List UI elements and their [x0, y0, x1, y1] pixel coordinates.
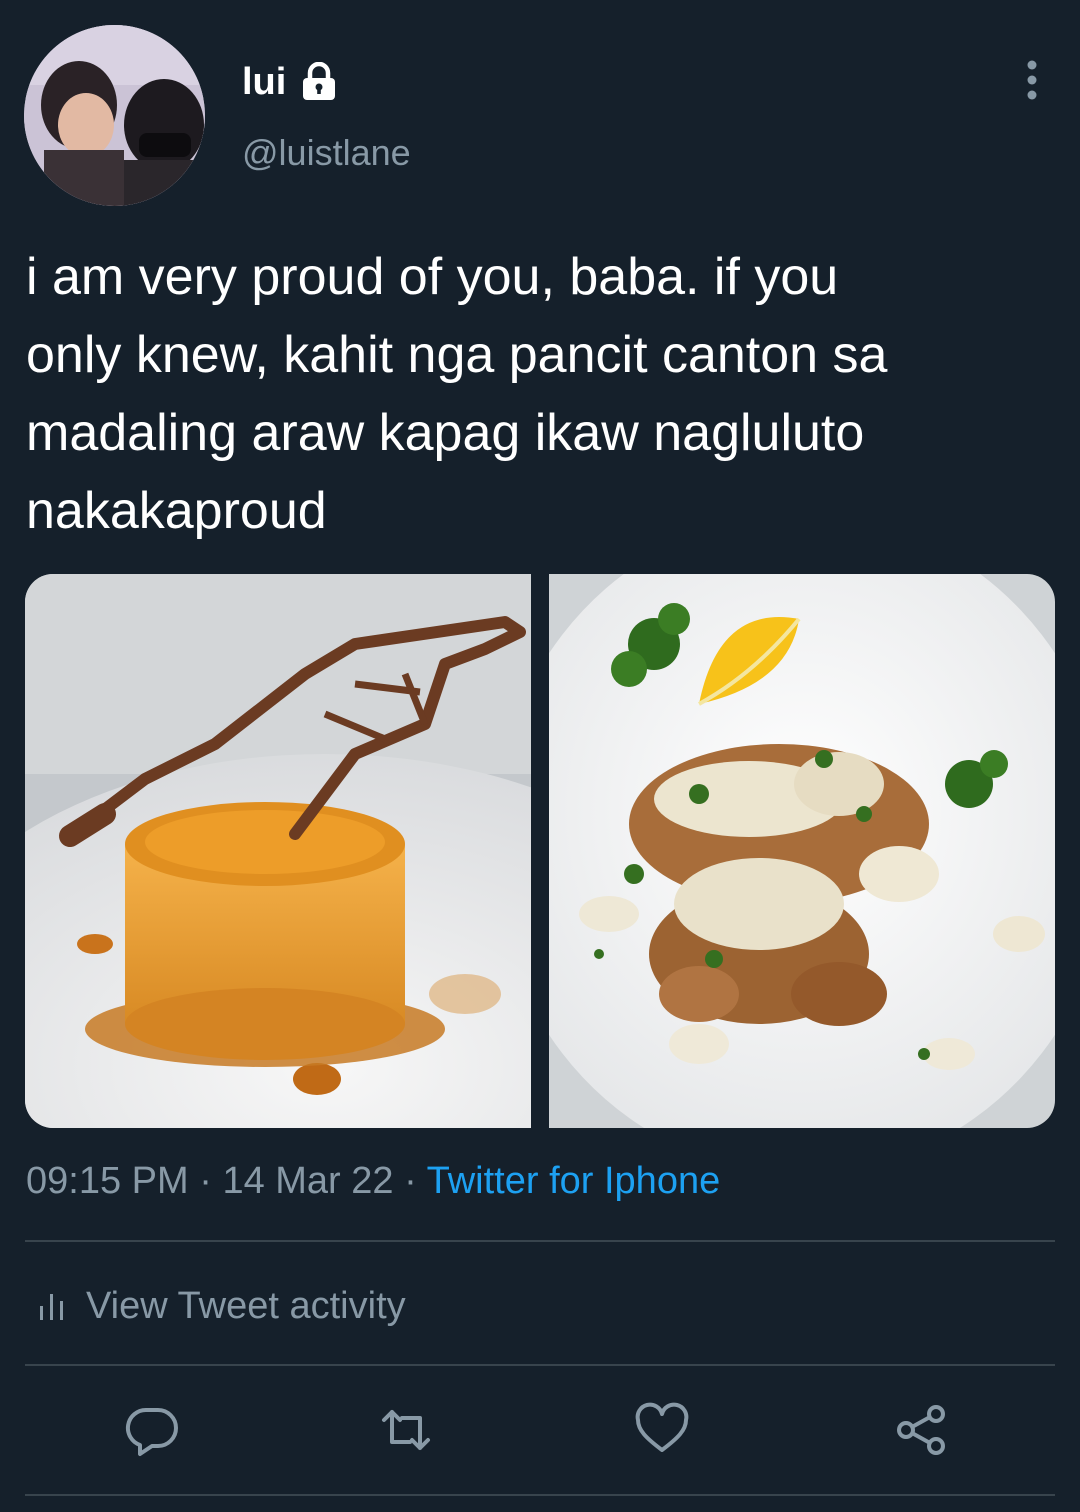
fried-chicken-cream-sauce-photo: [549, 574, 1055, 1128]
tweet-date: 14 Mar 22: [222, 1160, 394, 1202]
share-icon[interactable]: [894, 1402, 950, 1458]
author-handle[interactable]: @luistlane: [242, 130, 411, 176]
retweet-icon[interactable]: [378, 1402, 434, 1458]
view-tweet-activity-button[interactable]: View Tweet activity: [38, 1280, 406, 1332]
lock-icon: [303, 62, 336, 100]
bar-chart-icon: [40, 1294, 63, 1320]
tweet-text: i am very proud of you, baba. if you onl…: [26, 248, 888, 540]
tweet-photo-1[interactable]: [25, 574, 531, 1128]
tweet-photo-2[interactable]: [549, 574, 1055, 1128]
more-options-icon[interactable]: [1004, 56, 1060, 104]
leche-flan-photo: [25, 574, 531, 1128]
meta-separator: ·: [199, 1160, 212, 1202]
meta-separator: ·: [404, 1160, 417, 1202]
reply-icon[interactable]: [124, 1402, 180, 1458]
profile-photo: [24, 25, 205, 206]
tweet-time: 09:15 PM: [26, 1160, 189, 1202]
author-name-row[interactable]: lui: [242, 58, 338, 106]
tweet-source-link[interactable]: Twitter for Iphone: [427, 1160, 721, 1202]
divider: [25, 1494, 1055, 1496]
author-display-name[interactable]: lui: [242, 58, 286, 106]
divider: [25, 1240, 1055, 1242]
tweet-meta: 09:15 PM · 14 Mar 22 · Twitter for Iphon…: [26, 1155, 720, 1207]
view-tweet-activity-label: View Tweet activity: [86, 1285, 406, 1327]
avatar[interactable]: [24, 25, 205, 206]
divider: [25, 1364, 1055, 1366]
heart-icon[interactable]: [634, 1402, 690, 1458]
